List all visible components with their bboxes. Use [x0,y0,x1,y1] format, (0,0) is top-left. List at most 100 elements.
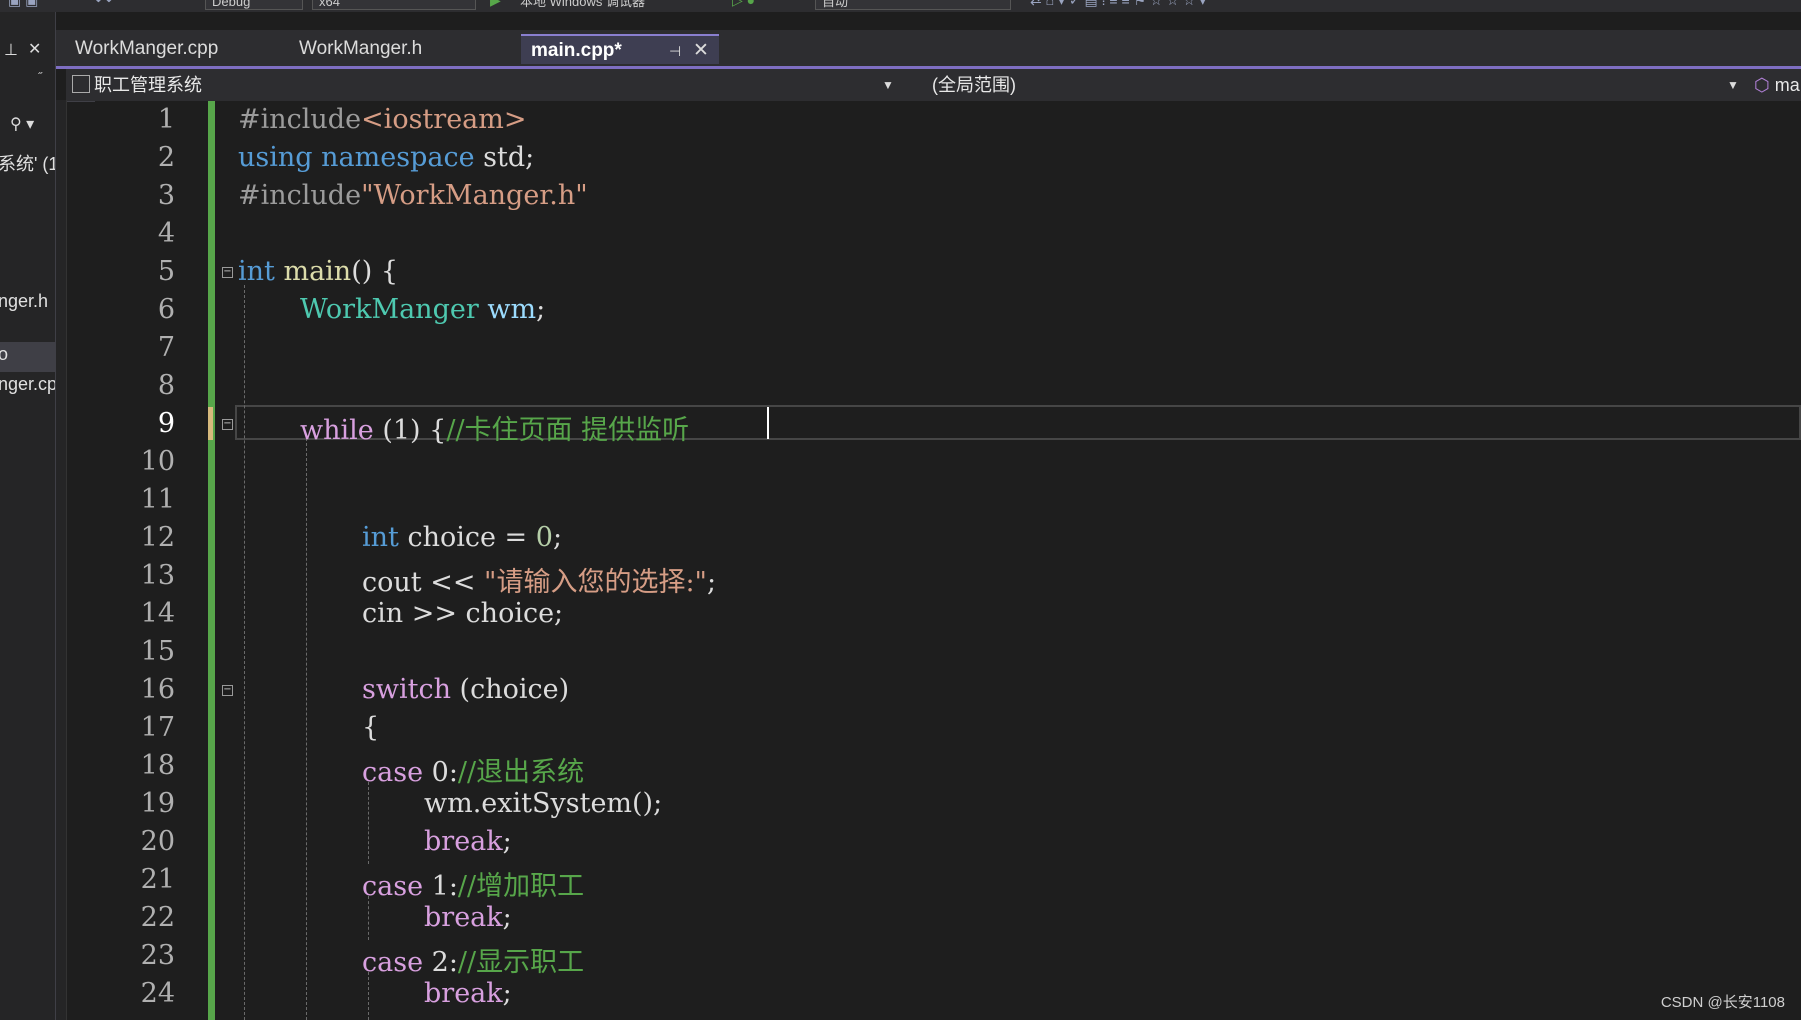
code-editor[interactable] [95,101,1801,1020]
keyword: int [362,522,399,553]
run-without-debug-icon[interactable]: ▷ ● [732,0,755,9]
include-path: <iostream> [361,104,527,135]
scope-dropdown[interactable]: (全局范围) [932,72,1792,98]
code-line-5: int main() { [238,256,398,287]
code-line-18: case 0://退出系统 [362,750,584,789]
change-tracking-bar [208,101,215,1020]
code-text: (1) { [373,415,447,446]
comment: //卡住页面 提供监听 [446,415,690,446]
line-number: 22 [140,902,175,933]
keyword: case [362,757,424,788]
punctuation: ; [536,294,546,325]
tree-item-header[interactable]: nger.h [0,291,48,312]
watermark: CSDN @长安1108 [1660,994,1785,1011]
project-icon [72,75,90,93]
keyword: int [238,256,275,287]
tree-item-solution[interactable]: 系统' (1 [0,150,55,176]
collapse-icon[interactable]: − [222,267,233,278]
line-number: 15 [140,636,175,667]
run-target-label[interactable]: 本地 Windows 调试器 [520,0,645,10]
code-line-22: break; [424,902,512,933]
member-label: ma [1774,75,1800,95]
code-line-17: { [362,712,380,743]
line-number-current: 9 [157,408,175,439]
member-dropdown[interactable]: ⬡ ma [1754,72,1801,98]
line-number: 24 [140,978,175,1009]
tab-workmanger-cpp[interactable]: WorkManger.cpp [65,34,285,64]
punctuation: () { [351,256,399,287]
tree-selection-highlight [0,342,55,372]
close-icon[interactable]: ✕ [28,39,41,59]
indent-guide [368,782,369,864]
tree-item-source-folder[interactable]: o [0,344,8,365]
line-number: 3 [157,180,175,211]
auto-dropdown[interactable]: 自动 [815,0,1011,10]
code-line-6: WorkManger wm; [300,294,545,325]
tab-main-cpp-label: main.cpp* [531,40,622,61]
identifier: std; [483,142,535,173]
search-icon[interactable]: ⚲ ▾ [10,114,34,134]
line-number: 21 [140,864,175,895]
line-number: 18 [140,750,175,781]
code-line-16: switch (choice) [362,674,569,705]
code-line-24: break; [424,978,512,1009]
line-number: 20 [140,826,175,857]
platform-dropdown[interactable]: x64 [312,0,476,10]
code-text: 2: [423,947,458,978]
preprocessor-directive: #include [238,180,362,211]
more-icon[interactable]: ˝ [38,70,42,84]
tab-workmanger-h[interactable]: WorkManger.h [289,34,517,64]
keyword: break [424,978,503,1009]
punctuation: ; [502,902,512,933]
text-cursor [767,407,769,439]
line-number: 19 [140,788,175,819]
tab-main-cpp[interactable]: main.cpp* ⊣ ✕ [521,34,719,64]
document-tab-bar: WorkManger.cpp WorkManger.h main.cpp* ⊣ … [56,30,1801,66]
collapse-icon[interactable]: − [222,685,233,696]
chevron-down-icon[interactable]: ▼ [882,72,894,98]
tab-pin-icon[interactable]: ⊣ [669,36,681,66]
code-line-20: break; [424,826,512,857]
tab-close-icon[interactable]: ✕ [693,36,709,66]
tool-icons[interactable]: ⇄ ⌂ ▾ ✓ ▤ ⁞ ≡ ≡ ⚑ ☆ ☆ ☆ ▾ [1030,0,1206,9]
chevron-down-icon[interactable]: ▼ [1727,72,1739,98]
code-line-21: case 1://增加职工 [362,864,584,903]
line-number: 13 [140,560,175,591]
punctuation: ; [552,522,563,553]
preprocessor-directive: #include [238,104,362,135]
editor-margin-strip [56,100,67,1020]
code-line-3: #include"WorkManger.h" [238,180,588,211]
punctuation: ; [502,826,512,857]
project-dropdown[interactable]: 职工管理系统 [72,72,897,98]
tree-item-source[interactable]: nger.cp [0,374,55,395]
pin-icon[interactable]: ⊥ [4,40,18,60]
line-number: 11 [140,484,175,515]
keyword: namespace [321,142,475,173]
redo-icon[interactable]: ↷ ↶ [90,0,117,9]
code-line-19: wm.exitSystem(); [424,788,663,819]
code-line-9: while (1) {//卡住页面 提供监听 [300,408,689,447]
line-number: 1 [157,104,175,135]
line-number: 12 [140,522,175,553]
keyword: case [362,871,424,902]
number-literal: 0 [535,522,553,553]
include-path: "WorkManger.h" [361,180,588,211]
code-text: cout << [362,567,485,598]
config-dropdown[interactable]: Debug [205,0,303,10]
collapse-icon[interactable]: − [222,419,233,430]
code-line-2: using namespace std; [238,142,534,173]
line-number: 4 [157,218,175,249]
line-number: 16 [140,674,175,705]
keyword: case [362,947,424,978]
save-icon[interactable]: ▣ ▣ [8,0,38,9]
code-line-1: #include<iostream> [238,104,527,135]
comment: //显示职工 [457,947,585,978]
indent-guide [368,972,369,1020]
line-number: 14 [140,598,175,629]
keyword: using [238,142,313,173]
project-label: 职工管理系统 [94,75,202,95]
run-icon[interactable]: ▶ [490,0,501,9]
code-text: choice = [398,522,536,553]
keyword: break [424,826,503,857]
code-text: 0: [423,757,458,788]
